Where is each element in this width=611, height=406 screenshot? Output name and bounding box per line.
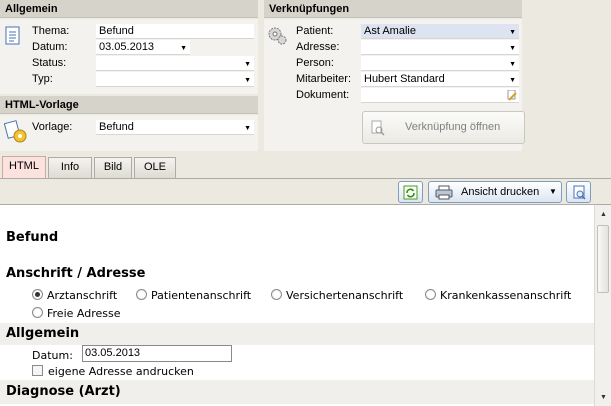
vertical-scrollbar[interactable]: ▲ ▼ (594, 204, 611, 406)
patient-value: Ast Amalie (364, 25, 416, 37)
open-link-button[interactable]: Verknüpfung öffnen (362, 111, 525, 144)
document-search-icon (371, 120, 385, 136)
tab-info[interactable]: Info (48, 157, 92, 178)
mitarbeiter-value: Hubert Standard (364, 73, 445, 85)
tab-ole-label: OLE (143, 161, 166, 173)
vorlage-value: Befund (99, 121, 134, 133)
datum-picker[interactable]: 03.05.2013 ▼ (96, 40, 190, 55)
chevron-down-icon[interactable]: ▼ (509, 26, 516, 40)
tab-ole[interactable]: OLE (134, 157, 176, 178)
radio-versichertenanschrift-label: Versichertenanschrift (286, 289, 404, 302)
preview-button[interactable] (566, 181, 591, 203)
document-heading: Befund (6, 230, 59, 245)
properties-panel: Allgemein Thema: Befund Datum: 03.05.201… (0, 0, 611, 152)
chevron-down-icon[interactable]: ▼ (509, 74, 516, 88)
radio-krankenkassenanschrift-label: Krankenkassenanschrift (440, 289, 572, 302)
patient-select[interactable]: Ast Amalie ▼ (361, 24, 519, 39)
verknuepfungen-header: Verknüpfungen (264, 0, 522, 18)
radio-selected-icon (32, 289, 43, 300)
status-label: Status: (32, 57, 67, 69)
own-address-checkbox[interactable]: eigene Adresse andrucken (32, 365, 194, 379)
radio-icon (425, 289, 436, 300)
radio-patientenanschrift[interactable]: Patientenanschrift (136, 289, 251, 303)
allgemein-body: Thema: Befund Datum: 03.05.2013 ▼ Status:… (0, 19, 258, 94)
address-section-heading: Anschrift / Adresse (6, 266, 146, 281)
gears-icon (268, 27, 287, 45)
printer-icon (435, 185, 453, 200)
mitarbeiter-label: Mitarbeiter: (296, 73, 352, 85)
allgemein-header: Allgemein (0, 0, 258, 18)
datum-label: Datum: (32, 41, 68, 53)
browse-icon[interactable] (507, 90, 517, 101)
adresse-label: Adresse: (296, 41, 340, 53)
patient-label: Patient: (296, 25, 334, 37)
radio-arztanschrift-label: Arztanschrift (47, 289, 118, 302)
vorlage-title: HTML-Vorlage (5, 99, 79, 111)
tab-html[interactable]: HTML (2, 156, 46, 178)
vorlage-select[interactable]: Befund ▼ (96, 120, 254, 135)
tab-bar: HTML Info Bild OLE (0, 156, 611, 178)
typ-select[interactable]: ▼ (96, 72, 254, 87)
chevron-down-icon[interactable]: ▼ (244, 74, 251, 88)
chevron-down-icon[interactable]: ▼ (509, 42, 516, 56)
adresse-select[interactable]: ▼ (361, 40, 519, 55)
dokument-field[interactable] (361, 88, 519, 103)
status-select[interactable]: ▼ (96, 56, 254, 71)
radio-krankenkassenanschrift[interactable]: Krankenkassenanschrift (425, 289, 571, 303)
radio-versichertenanschrift[interactable]: Versichertenanschrift (271, 289, 403, 303)
template-gear-icon (4, 120, 27, 143)
dokument-label: Dokument: (296, 89, 350, 101)
verknuepfungen-title: Verknüpfungen (269, 3, 350, 15)
chevron-down-icon[interactable]: ▼ (244, 122, 251, 136)
checkbox-icon (32, 365, 43, 376)
date-input[interactable]: 03.05.2013 (82, 345, 232, 362)
own-address-label: eigene Adresse andrucken (48, 365, 194, 378)
person-label: Person: (296, 57, 334, 69)
tab-bild[interactable]: Bild (94, 157, 132, 178)
allgemein-title: Allgemein (5, 3, 58, 15)
radio-patientenanschrift-label: Patientenanschrift (151, 289, 252, 302)
vorlage-body: Vorlage: Befund ▼ (0, 115, 258, 151)
preview-icon (573, 185, 586, 200)
person-select[interactable]: ▼ (361, 56, 519, 71)
scroll-down-icon[interactable]: ▼ (596, 390, 611, 405)
thema-value: Befund (99, 25, 134, 37)
radio-freie-adresse-label: Freie Adresse (47, 307, 121, 320)
refresh-icon (403, 185, 418, 200)
radio-icon (271, 289, 282, 300)
open-link-label: Verknüpfung öffnen (405, 121, 501, 133)
tab-info-label: Info (60, 161, 80, 173)
chevron-down-icon[interactable]: ▼ (509, 58, 516, 72)
thema-label: Thema: (32, 25, 70, 37)
tab-bild-label: Bild (103, 161, 123, 173)
print-label: Ansicht drucken (461, 186, 540, 198)
radio-freie-adresse[interactable]: Freie Adresse (32, 307, 121, 321)
date-input-value: 03.05.2013 (85, 347, 141, 359)
vorlage-label: Vorlage: (32, 121, 73, 133)
radio-icon (32, 307, 43, 318)
toolbar: Ansicht drucken ▼ (0, 178, 611, 204)
radio-icon (136, 289, 147, 300)
typ-label: Typ: (32, 73, 53, 85)
document-icon (5, 26, 20, 45)
print-preview-button[interactable]: Ansicht drucken ▼ (428, 181, 562, 203)
scroll-up-icon[interactable]: ▲ (596, 207, 611, 222)
refresh-button[interactable] (398, 181, 423, 203)
date-label: Datum: (32, 349, 73, 362)
tab-html-label: HTML (9, 160, 39, 172)
radio-arztanschrift[interactable]: Arztanschrift (32, 289, 117, 303)
mitarbeiter-select[interactable]: Hubert Standard ▼ (361, 72, 519, 87)
html-document-view: Befund Anschrift / Adresse Arztanschrift… (0, 204, 594, 406)
chevron-down-icon[interactable]: ▼ (549, 187, 557, 196)
diagnosis-section-heading: Diagnose (Arzt) (0, 380, 594, 404)
chevron-down-icon[interactable]: ▼ (244, 58, 251, 72)
chevron-down-icon[interactable]: ▼ (180, 42, 187, 56)
general-section-heading: Allgemein (0, 323, 594, 345)
thema-input[interactable]: Befund (96, 24, 254, 39)
scroll-thumb[interactable] (597, 225, 609, 293)
datum-value: 03.05.2013 (99, 41, 155, 53)
vorlage-header: HTML-Vorlage (0, 96, 258, 114)
